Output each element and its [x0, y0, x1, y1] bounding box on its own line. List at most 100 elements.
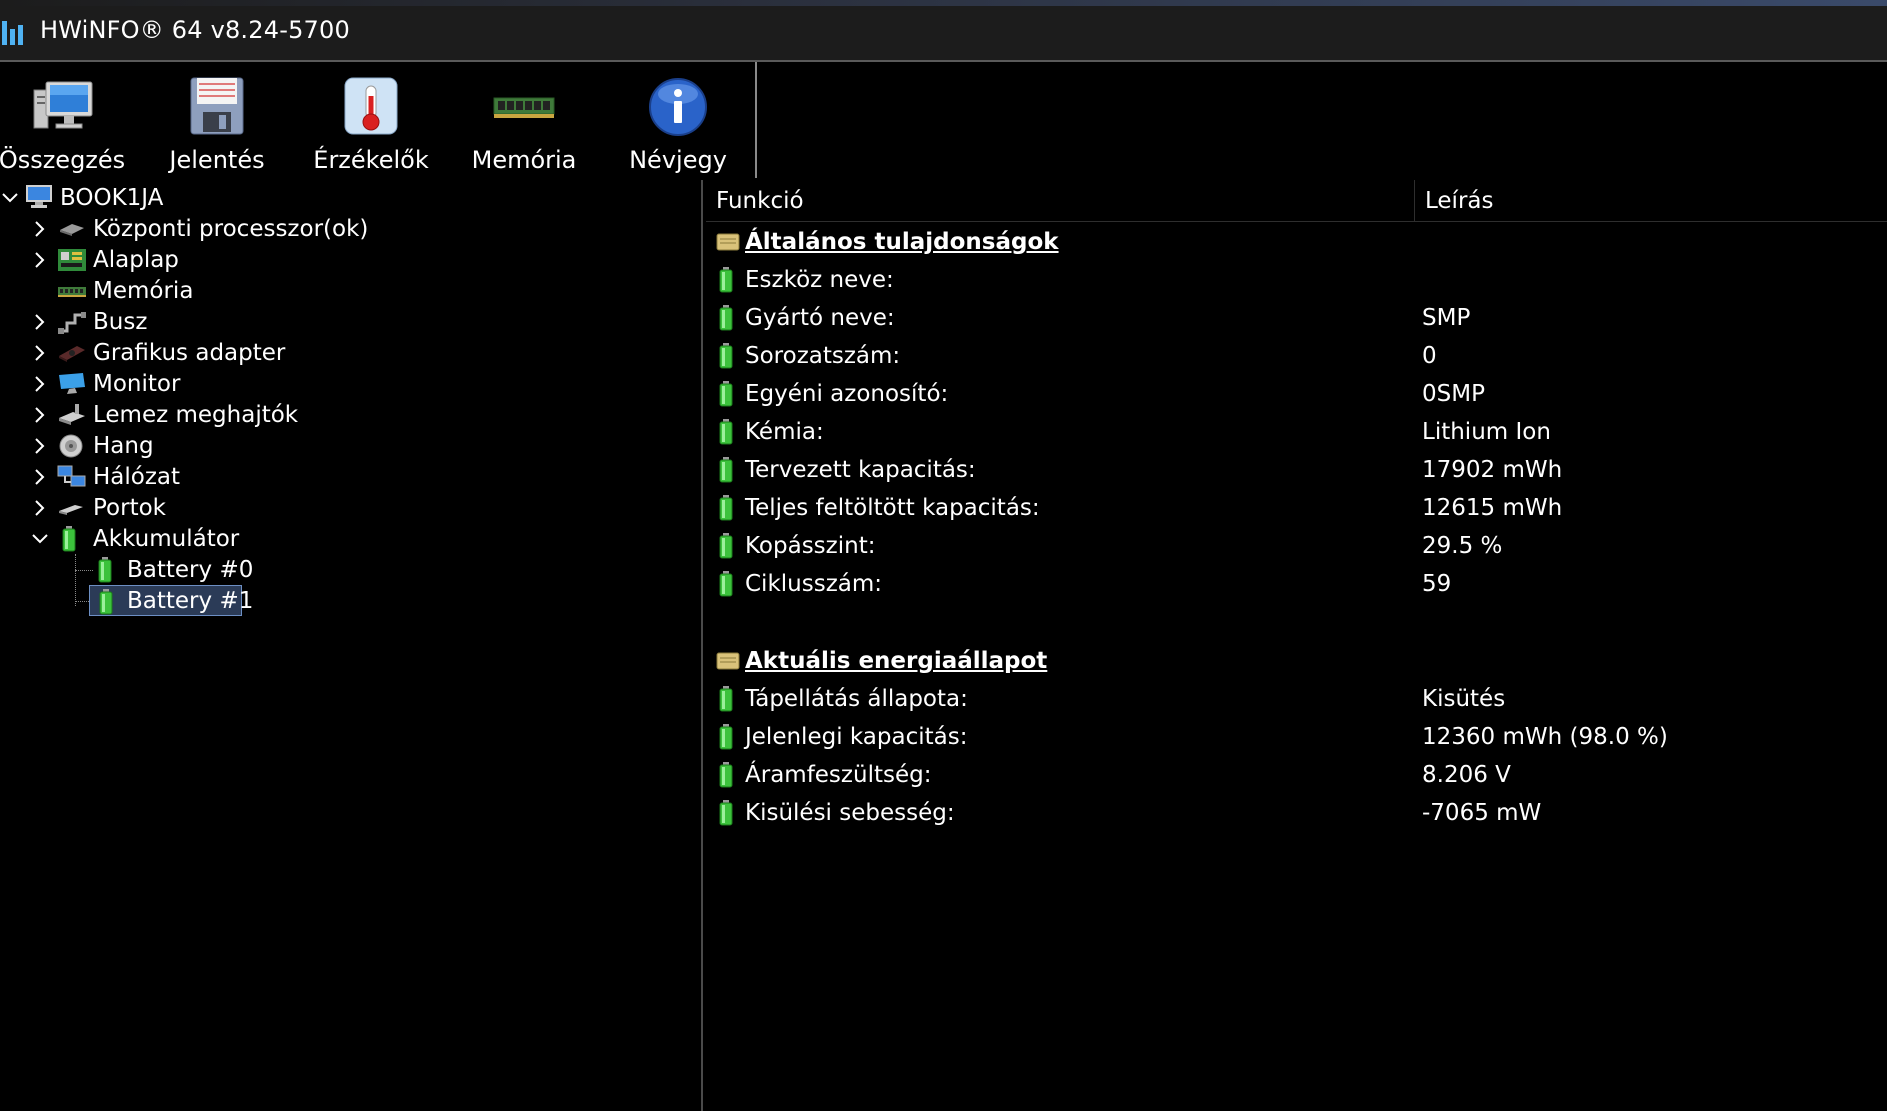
battery-icon	[719, 457, 733, 483]
detail-key: Jelenlegi kapacitás:	[745, 724, 968, 750]
memory-button[interactable]: Memória	[462, 62, 586, 178]
cpu-icon	[57, 216, 87, 242]
report-button[interactable]: Jelentés	[155, 62, 279, 178]
detail-key: Áramfeszültség:	[745, 762, 932, 788]
battery-icon	[719, 533, 733, 559]
detail-panel: Funkció Leírás Általános tulajdonságok E…	[706, 180, 1887, 1111]
battery-icon	[719, 762, 733, 788]
section-header-power-state: Aktuális energiaállapot	[706, 642, 1887, 680]
detail-key: Kopásszint:	[745, 533, 876, 559]
detail-value: -7065 mW	[1422, 800, 1542, 826]
column-header-function[interactable]: Funkció	[706, 180, 1415, 222]
report-label: Jelentés	[169, 146, 265, 174]
battery-icon	[719, 267, 733, 293]
about-label: Névjegy	[629, 146, 727, 174]
tree-item-label: Lemez meghajtók	[93, 401, 299, 428]
section-title: Aktuális energiaállapot	[745, 648, 1048, 674]
chevron-right-icon[interactable]	[30, 250, 50, 270]
section-title: Általános tulajdonságok	[745, 229, 1059, 255]
tree-item-label: Hang	[93, 432, 154, 459]
tree-item-label: Grafikus adapter	[93, 339, 286, 366]
ports-icon	[57, 495, 87, 521]
detail-row[interactable]: Kémia: Lithium Ion	[706, 413, 1887, 451]
about-button[interactable]: Névjegy	[616, 62, 740, 178]
battery-icon	[719, 381, 733, 407]
detail-key: Sorozatszám:	[745, 343, 901, 369]
detail-key: Ciklusszám:	[745, 571, 883, 597]
device-tree[interactable]: BOOK1JA Központi processzor(ok) Alaplap …	[0, 180, 703, 1111]
chevron-right-icon[interactable]	[30, 498, 50, 518]
detail-row[interactable]: Kopásszint: 29.5 %	[706, 527, 1887, 565]
window-title: HWiNFO® 64 v8.24-5700	[40, 16, 350, 44]
detail-value: Lithium Ion	[1422, 419, 1551, 445]
detail-row[interactable]: Egyéni azonosító: 0SMP	[706, 375, 1887, 413]
chevron-down-icon[interactable]	[0, 188, 20, 208]
chevron-right-icon[interactable]	[30, 312, 50, 332]
summary-label: Összegzés	[0, 146, 126, 174]
computer-icon	[24, 184, 54, 210]
detail-row[interactable]: Jelenlegi kapacitás: 12360 mWh (98.0 %)	[706, 718, 1887, 756]
chevron-right-icon[interactable]	[30, 467, 50, 487]
tree-item-label: Hálózat	[93, 463, 181, 490]
hwinfo-window: HWiNFO® 64 v8.24-5700 Összegzés Jelentés…	[0, 0, 1887, 1111]
tree-guide-line	[75, 570, 93, 571]
detail-key: Tápellátás állapota:	[745, 686, 968, 712]
detail-key: Egyéni azonosító:	[745, 381, 949, 407]
disk-icon	[57, 402, 87, 428]
chevron-down-icon[interactable]	[30, 529, 50, 549]
column-header-description[interactable]: Leírás	[1415, 180, 1887, 222]
detail-value: 12615 mWh	[1422, 495, 1563, 521]
detail-row[interactable]: Áramfeszültség: 8.206 V	[706, 756, 1887, 794]
tree-item-label: Portok	[93, 494, 166, 521]
detail-row[interactable]: Kisülési sebesség: -7065 mW	[706, 794, 1887, 832]
computer-icon	[33, 81, 93, 129]
chevron-right-icon[interactable]	[30, 343, 50, 363]
memory-module-icon	[493, 97, 555, 118]
detail-row[interactable]: Eszköz neve:	[706, 261, 1887, 299]
detail-value: SMP	[1422, 305, 1471, 331]
detail-value: Kisütés	[1422, 686, 1506, 712]
detail-key: Gyártó neve:	[745, 305, 895, 331]
chevron-right-icon[interactable]	[30, 436, 50, 456]
memory-icon	[57, 278, 87, 304]
network-icon	[57, 464, 87, 490]
info-icon	[649, 78, 707, 136]
detail-row[interactable]: Tervezett kapacitás: 17902 mWh	[706, 451, 1887, 489]
summary-button[interactable]: Összegzés	[0, 62, 126, 178]
detail-value: 8.206 V	[1422, 762, 1511, 788]
chevron-right-icon[interactable]	[30, 219, 50, 239]
detail-key: Kisülési sebesség:	[745, 800, 955, 826]
title-bar: HWiNFO® 64 v8.24-5700	[0, 0, 1887, 62]
detail-row[interactable]: Sorozatszám: 0	[706, 337, 1887, 375]
hwinfo-logo-icon	[2, 15, 28, 45]
detail-key: Teljes feltöltött kapacitás:	[745, 495, 1040, 521]
detail-row[interactable]: Tápellátás állapota: Kisütés	[706, 680, 1887, 718]
bus-icon	[57, 309, 87, 335]
gpu-icon	[57, 340, 87, 366]
tree-item-label: Busz	[93, 308, 148, 335]
tree-item-label: Monitor	[93, 370, 181, 397]
tree-item-label: Alaplap	[93, 246, 179, 273]
tree-item-label: Memória	[93, 277, 194, 304]
monitor-icon	[57, 371, 87, 397]
battery-icon	[719, 571, 733, 597]
chevron-right-icon[interactable]	[30, 405, 50, 425]
tree-item-battery-1-selected[interactable]: Battery #1	[89, 585, 253, 616]
detail-row[interactable]: Gyártó neve: SMP	[706, 299, 1887, 337]
tree-guide-line	[75, 554, 76, 606]
tree-item-label: Battery #0	[127, 556, 254, 583]
tree-item-label: Akkumulátor	[93, 525, 240, 552]
section-header-general: Általános tulajdonságok	[706, 223, 1887, 261]
detail-row[interactable]: Teljes feltöltött kapacitás: 12615 mWh	[706, 489, 1887, 527]
detail-row[interactable]: Ciklusszám: 59	[706, 565, 1887, 603]
chevron-right-icon[interactable]	[30, 374, 50, 394]
tree-item-label: Battery #1	[127, 587, 254, 614]
battery-icon	[719, 724, 733, 750]
detail-value: 12360 mWh (98.0 %)	[1422, 724, 1668, 750]
column-header: Funkció Leírás	[706, 180, 1887, 222]
battery-icon	[93, 556, 123, 583]
detail-value: 0SMP	[1422, 381, 1485, 407]
detail-key: Tervezett kapacitás:	[745, 457, 976, 483]
sensors-button[interactable]: Érzékelők	[309, 62, 433, 178]
battery-icon	[719, 305, 733, 331]
